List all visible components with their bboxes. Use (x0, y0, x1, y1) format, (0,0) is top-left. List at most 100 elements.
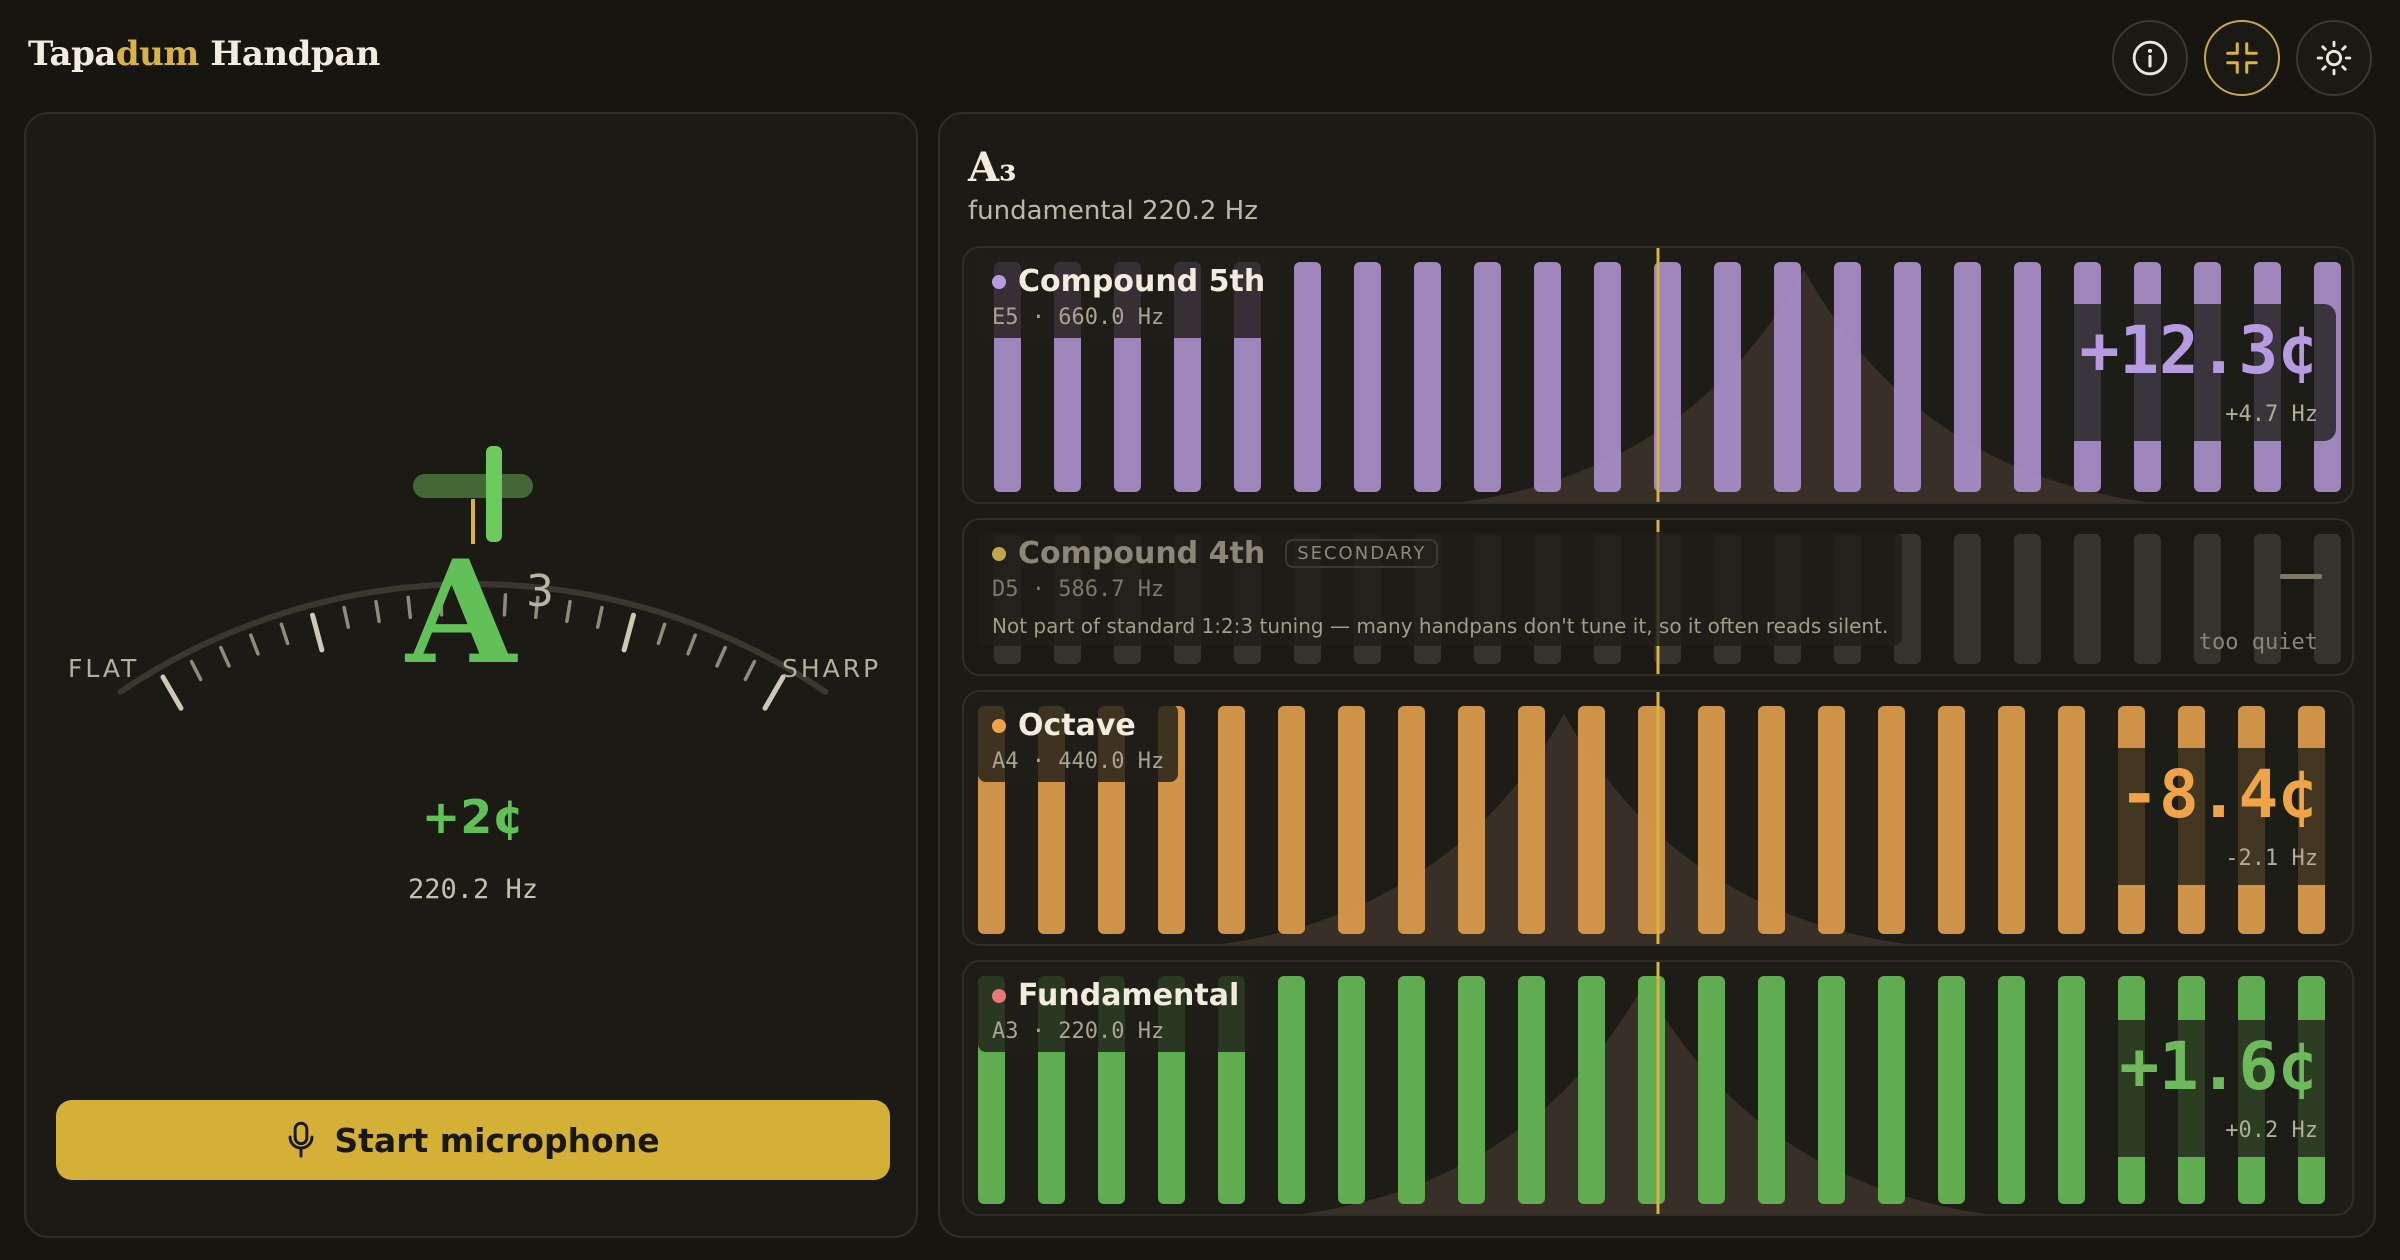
gauge-minor-tick (219, 645, 231, 668)
strobe-bar (1638, 976, 1665, 1204)
strobe-bar (1458, 706, 1485, 934)
info-button[interactable] (2112, 20, 2188, 96)
partial-cents: +1.6¢ (2119, 1028, 2318, 1105)
partial-name: Fundamental (1018, 978, 1240, 1013)
partial-dot (992, 274, 1006, 289)
strobe-bar (1278, 706, 1305, 934)
gauge-minor-tick (686, 633, 697, 656)
gauge-minor-tick (595, 605, 604, 629)
partial-target: D5 · 586.7 Hz (992, 577, 1165, 602)
partial-hz: +0.2 Hz (2225, 1118, 2318, 1143)
partial-label: Octave A4 · 440.0 Hz (978, 704, 1179, 782)
brand-text: Tapa (28, 34, 116, 74)
partial-dot (992, 546, 1006, 561)
sun-icon (2316, 40, 2352, 76)
strobe-bar (1998, 976, 2025, 1204)
in-tune-zone (413, 474, 533, 498)
gauge-minor-tick (374, 599, 381, 624)
detected-note: A (406, 530, 517, 696)
strobe-bar (2314, 534, 2341, 664)
strobe-bar (1818, 976, 1845, 1204)
partial-target: E5 · 660.0 Hz (992, 305, 1165, 330)
gauge-major-tick (310, 612, 325, 653)
strobe-bar (2058, 706, 2085, 934)
partial-cents: -8.4¢ (2119, 756, 2318, 833)
partial-name: Compound 5th (1018, 264, 1266, 299)
compact-view-button[interactable] (2204, 20, 2280, 96)
partial-label: Fundamental A3 · 220.0 Hz (978, 974, 1254, 1052)
strobe-bar (2058, 976, 2085, 1204)
strobe-bar (2134, 534, 2161, 664)
theme-toggle-button[interactable] (2296, 20, 2372, 96)
partial-readout: +1.6¢ +0.2 Hz (2101, 1020, 2336, 1157)
partial-card-fundamental: Fundamental A3 · 220.0 Hz +1.6¢ +0.2 Hz (962, 960, 2354, 1216)
strobe-bar (1878, 706, 1905, 934)
strobe-bar (1998, 706, 2025, 934)
strobe-bar (1894, 262, 1921, 492)
partial-note: Not part of standard 1:2:3 tuning — many… (992, 614, 1889, 638)
secondary-badge: SECONDARY (1285, 539, 1439, 568)
tuner-needle (486, 446, 502, 542)
strobe-bar (1878, 976, 1905, 1204)
gauge-major-tick (160, 674, 184, 711)
gauge-minor-tick (189, 659, 203, 682)
strobe-bar (1518, 976, 1545, 1204)
flat-label: FLAT (68, 654, 140, 683)
partials-title: A₃ (968, 144, 1017, 191)
detected-frequency: 220.2 Hz (407, 874, 539, 905)
partial-readout: -8.4¢ -2.1 Hz (2101, 748, 2336, 885)
gauge-major-tick (762, 674, 786, 711)
partial-name: Octave (1018, 708, 1136, 743)
strobe-bar (1714, 262, 1741, 492)
partials-panel: A₃ fundamental 220.2 Hz Compound 5th E5 … (938, 112, 2376, 1238)
strobe-bar (2074, 534, 2101, 664)
partial-card-octave: Octave A4 · 440.0 Hz -8.4¢ -2.1 Hz (962, 690, 2354, 946)
strobe-bar (1398, 706, 1425, 934)
partial-hz: -2.1 Hz (2225, 846, 2318, 871)
strobe-bar (1758, 976, 1785, 1204)
gauge-minor-tick (743, 659, 757, 682)
strobe-bar (1954, 262, 1981, 492)
partial-readout: +12.3¢ +4.7 Hz (2061, 304, 2336, 441)
partial-target: A3 · 220.0 Hz (992, 1019, 1165, 1044)
strobe-bar (1338, 706, 1365, 934)
strobe-bar (1698, 976, 1725, 1204)
brand-logo: Tapadum Handpan (28, 34, 380, 74)
partial-target: A4 · 440.0 Hz (992, 749, 1165, 774)
start-microphone-button[interactable]: Start microphone (56, 1100, 890, 1180)
strobe-bar (1818, 706, 1845, 934)
strobe-bar (1594, 262, 1621, 492)
strobe-bar (1354, 262, 1381, 492)
partial-cents: +12.3¢ (2079, 312, 2318, 389)
gauge-minor-tick (715, 645, 727, 668)
strobe-bar (1294, 262, 1321, 492)
gauge-major-tick (621, 612, 636, 653)
info-icon (2132, 40, 2168, 76)
too-quiet-status: too quiet (2198, 630, 2318, 655)
strobe-bar (1698, 706, 1725, 934)
strobe-bar (1414, 262, 1441, 492)
strobe-bar (1218, 706, 1245, 934)
brand-accent-text: dum (115, 34, 199, 74)
strobe-bar (1474, 262, 1501, 492)
partial-dot (992, 718, 1006, 733)
gauge-minor-tick (249, 633, 260, 656)
partial-label: Compound 4th SECONDARY D5 · 586.7 Hz Not … (978, 532, 1903, 646)
strobe-bar (1638, 706, 1665, 934)
cents-offset: +2¢ (421, 790, 525, 844)
partial-dot (992, 988, 1006, 1003)
strobe-bar (1774, 262, 1801, 492)
strobe-bar (2014, 534, 2041, 664)
strobe-bar (1938, 706, 1965, 934)
partial-card-compound-4th: Compound 4th SECONDARY D5 · 586.7 Hz Not … (962, 518, 2354, 676)
strobe-bar (1338, 976, 1365, 1204)
collapse-icon (2226, 42, 2258, 74)
partials-subtitle: fundamental 220.2 Hz (968, 196, 1258, 226)
strobe-bar (1398, 976, 1425, 1204)
partial-hz: +4.7 Hz (2225, 402, 2318, 427)
start-microphone-label: Start microphone (334, 1120, 660, 1160)
partial-name: Compound 4th (1018, 536, 1266, 571)
gauge-minor-tick (565, 599, 572, 624)
strobe-bar (1278, 976, 1305, 1204)
strobe-bar (1578, 976, 1605, 1204)
